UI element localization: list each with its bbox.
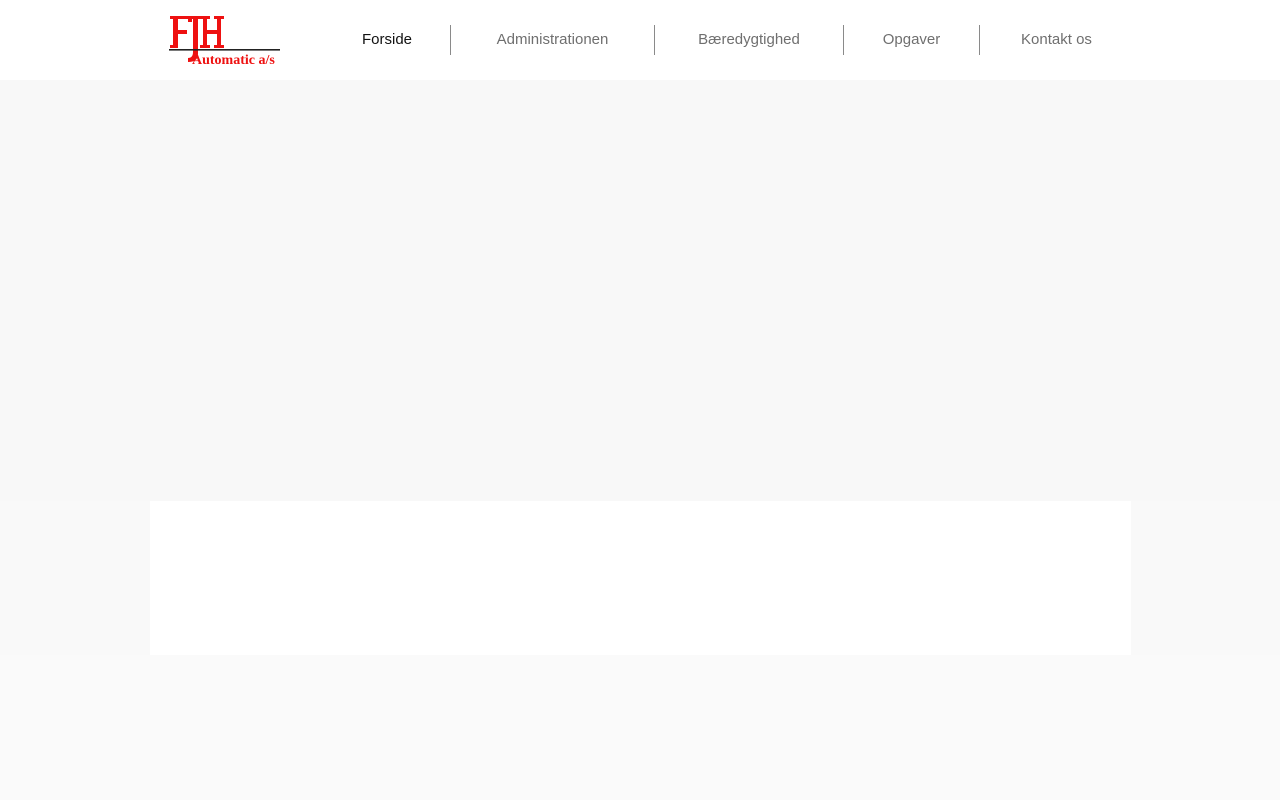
nav-item-opgaver[interactable]: Opgaver	[844, 25, 979, 55]
footer-area	[0, 655, 1280, 800]
logo-tagline: Automatic a/s	[192, 53, 275, 68]
hero-section	[0, 80, 1280, 501]
nav-item-baeredygtighed[interactable]: Bæredygtighed	[655, 25, 843, 55]
nav-item-kontakt-os[interactable]: Kontakt os	[980, 25, 1133, 55]
site-header: Automatic a/s Forside Administrationen B…	[0, 0, 1280, 80]
nav-item-forside[interactable]: Forside	[324, 25, 450, 55]
nav-item-administrationen[interactable]: Administrationen	[451, 25, 654, 55]
company-logo[interactable]: Automatic a/s	[168, 14, 282, 68]
content-card	[150, 501, 1131, 655]
fjh-logo-mark: Automatic a/s	[169, 16, 280, 68]
main-navigation: Forside Administrationen Bæredygtighed O…	[324, 25, 1133, 55]
